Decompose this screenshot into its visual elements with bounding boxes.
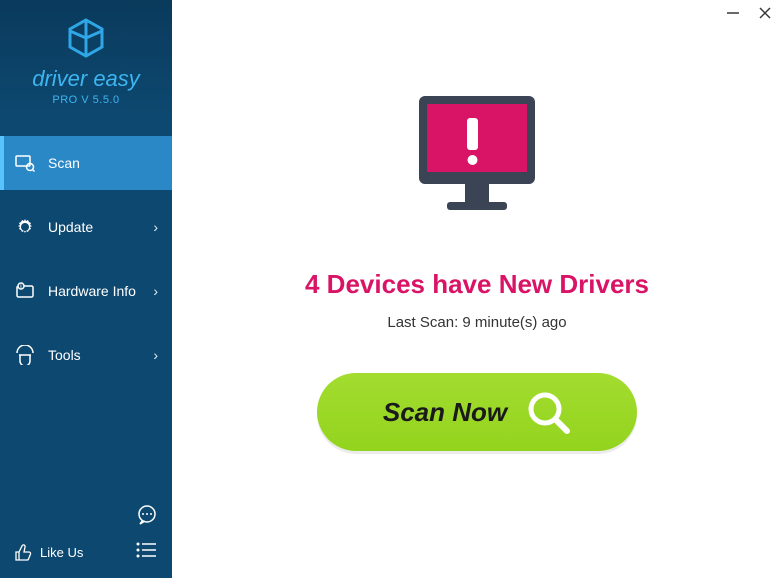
- thumbs-up-icon: [14, 544, 32, 562]
- scan-icon: [14, 152, 36, 174]
- magnify-icon: [525, 389, 571, 435]
- tools-icon: [14, 344, 36, 366]
- sidebar: driver easy PRO V 5.5.0 Scan Update › i …: [0, 0, 172, 578]
- close-button[interactable]: [758, 6, 772, 25]
- sidebar-footer: Like Us: [0, 494, 172, 578]
- headline: 4 Devices have New Drivers: [305, 269, 649, 300]
- info-icon: i: [14, 280, 36, 302]
- like-us-button[interactable]: Like Us: [14, 544, 83, 562]
- nav-item-update[interactable]: Update ›: [0, 200, 172, 254]
- logo-icon: [64, 18, 108, 62]
- brand-name: driver easy: [0, 66, 172, 92]
- gear-icon: [14, 216, 36, 238]
- nav-item-hardware[interactable]: i Hardware Info ›: [0, 264, 172, 318]
- nav-item-tools[interactable]: Tools ›: [0, 328, 172, 382]
- main-content: 4 Devices have New Drivers Last Scan: 9 …: [172, 0, 782, 578]
- like-label: Like Us: [40, 545, 83, 560]
- minimize-button[interactable]: [726, 6, 740, 25]
- chevron-right-icon: ›: [153, 347, 158, 363]
- chat-button[interactable]: [14, 504, 158, 531]
- scan-now-button[interactable]: Scan Now: [317, 373, 637, 451]
- nav-label: Tools: [48, 347, 81, 363]
- nav-label: Hardware Info: [48, 283, 136, 299]
- nav-label: Update: [48, 219, 93, 235]
- chevron-right-icon: ›: [153, 219, 158, 235]
- monitor-illustration: [407, 88, 547, 233]
- nav-item-scan[interactable]: Scan: [0, 136, 172, 190]
- last-scan-label: Last Scan: 9 minute(s) ago: [387, 314, 566, 331]
- scan-button-label: Scan Now: [383, 397, 507, 428]
- window-controls: [726, 6, 772, 25]
- chevron-right-icon: ›: [153, 283, 158, 299]
- version-label: PRO V 5.5.0: [0, 94, 172, 106]
- nav-label: Scan: [48, 155, 80, 171]
- nav: Scan Update › i Hardware Info › Tools ›: [0, 136, 172, 494]
- menu-icon[interactable]: [136, 541, 158, 564]
- logo-area: driver easy PRO V 5.5.0: [0, 0, 172, 118]
